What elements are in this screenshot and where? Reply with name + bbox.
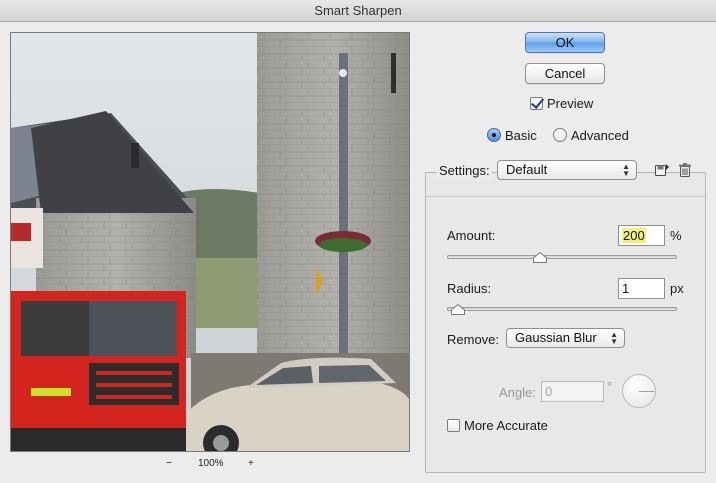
- remove-dropdown[interactable]: Gaussian Blur ▲ ▼: [506, 328, 625, 348]
- amount-unit: %: [670, 228, 682, 243]
- more-accurate-row[interactable]: More Accurate: [447, 417, 548, 433]
- zoom-level: 100%: [198, 458, 224, 469]
- cancel-button[interactable]: Cancel: [525, 63, 605, 84]
- advanced-radio[interactable]: [553, 128, 567, 142]
- settings-label: Settings:: [437, 163, 492, 178]
- remove-label: Remove:: [447, 332, 500, 347]
- preview-label: Preview: [547, 95, 594, 111]
- preview-image[interactable]: [10, 32, 410, 452]
- settings-dropdown[interactable]: Default ▲ ▼: [497, 160, 637, 180]
- amount-slider-thumb[interactable]: [533, 252, 548, 263]
- settings-value: Default: [506, 162, 548, 177]
- advanced-radio-row[interactable]: Advanced: [553, 127, 629, 143]
- amount-slider-track[interactable]: [447, 255, 677, 259]
- ok-button[interactable]: OK: [525, 32, 605, 53]
- window-title-bar: Smart Sharpen: [0, 0, 716, 22]
- zoom-in-button[interactable]: +: [248, 458, 254, 469]
- radius-unit: px: [670, 281, 684, 296]
- trash-icon[interactable]: [677, 162, 693, 178]
- save-settings-icon[interactable]: [654, 162, 670, 178]
- angle-unit: °: [607, 379, 613, 394]
- window-title: Smart Sharpen: [314, 3, 402, 18]
- more-accurate-label: More Accurate: [464, 417, 548, 433]
- angle-value: 0: [545, 384, 553, 399]
- dialog-content: − 100% + OK Cancel Preview Basic Advance…: [0, 22, 716, 483]
- angle-label: Angle:: [499, 385, 536, 400]
- zoom-out-button[interactable]: −: [166, 458, 172, 469]
- advanced-label: Advanced: [571, 127, 629, 143]
- chevron-updown-icon: ▲ ▼: [610, 330, 618, 346]
- radius-value: 1: [622, 281, 630, 296]
- chevron-updown-icon: ▲ ▼: [622, 162, 630, 178]
- basic-label: Basic: [505, 127, 537, 143]
- radius-slider-thumb[interactable]: [451, 304, 466, 315]
- amount-label: Amount:: [447, 228, 496, 243]
- radius-label: Radius:: [447, 281, 492, 296]
- basic-radio-row[interactable]: Basic: [487, 127, 537, 143]
- remove-value: Gaussian Blur: [515, 330, 597, 345]
- preview-photo: [11, 33, 409, 451]
- amount-input[interactable]: 200: [618, 225, 665, 246]
- zoom-controls: − 100% +: [160, 458, 260, 472]
- preview-checkbox-row[interactable]: Preview: [530, 95, 593, 111]
- angle-dial: [622, 374, 656, 408]
- radius-input[interactable]: 1: [618, 278, 665, 299]
- basic-radio[interactable]: [487, 128, 501, 142]
- angle-input: 0: [541, 381, 604, 402]
- more-accurate-checkbox[interactable]: [447, 418, 460, 432]
- group-divider: [425, 196, 706, 197]
- radius-slider-track[interactable]: [447, 307, 677, 311]
- preview-checkbox[interactable]: [530, 96, 543, 110]
- amount-value: 200: [622, 228, 646, 243]
